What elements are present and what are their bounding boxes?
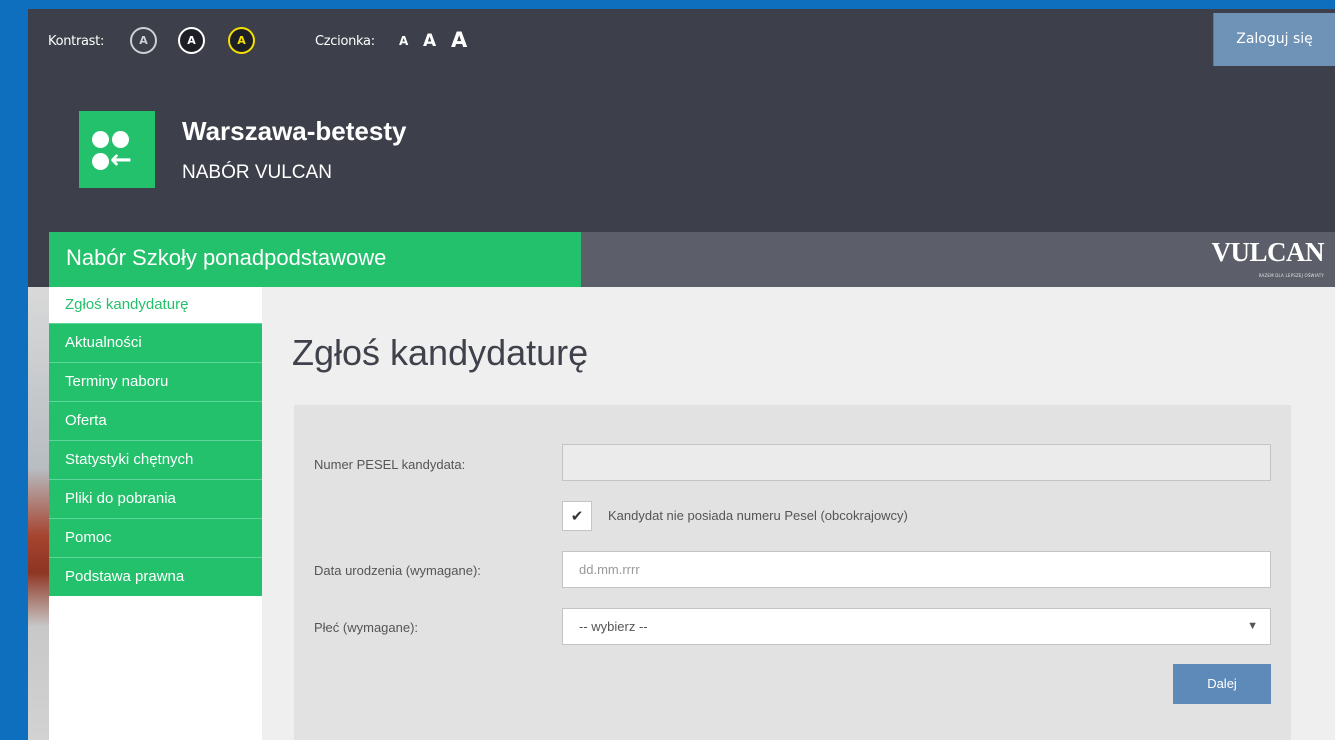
no-pesel-label: Kandydat nie posiada numeru Pesel (obcok…	[608, 508, 908, 523]
sidebar-item-aktualnosci[interactable]: Aktualności	[49, 324, 262, 363]
sidebar-item-terminy-naboru[interactable]: Terminy naboru	[49, 363, 262, 402]
site-subtitle: NABÓR VULCAN	[182, 162, 332, 183]
no-pesel-checkbox[interactable]: ✔	[562, 501, 592, 531]
vulcan-logo: VULCAN	[1211, 237, 1324, 267]
font-large-button[interactable]: A	[451, 28, 467, 52]
sidebar-item-statystyki[interactable]: Statystyki chętnych	[49, 441, 262, 480]
font-size-label: Czcionka:	[315, 34, 375, 49]
sidebar-background	[49, 596, 262, 740]
section-header: Nabór Szkoły ponadpodstawowe VULCAN RAZE…	[49, 232, 1335, 287]
sidebar-item-pliki[interactable]: Pliki do pobrania	[49, 480, 262, 519]
checkmark-icon: ✔	[570, 507, 584, 525]
page-title: Zgłoś kandydaturę	[292, 332, 589, 373]
sidebar-item-podstawa-prawna[interactable]: Podstawa prawna	[49, 558, 262, 596]
pesel-label: Numer PESEL kandydata:	[314, 457, 466, 472]
login-button[interactable]: Zaloguj się	[1213, 13, 1335, 66]
vulcan-tagline: RAZEM DLA LEPSZEJ OŚWIATY	[1258, 273, 1324, 278]
next-button[interactable]: Dalej	[1173, 664, 1271, 704]
birth-date-input[interactable]: dd.mm.rrrr	[562, 551, 1271, 588]
gender-select-value: -- wybierz --	[579, 619, 648, 634]
vulcan-dots-arrow-icon: ←	[79, 111, 155, 188]
sidebar-item-oferta[interactable]: Oferta	[49, 402, 262, 441]
font-medium-button[interactable]: A	[423, 31, 436, 51]
caret-down-icon: ▼	[1247, 620, 1258, 632]
top-bar: Kontrast: A A A Czcionka: A A A Zaloguj …	[28, 9, 1335, 75]
app-frame: Kontrast: A A A Czcionka: A A A Zaloguj …	[28, 9, 1335, 740]
sidebar-item-zglos-kandydature[interactable]: Zgłoś kandydaturę	[49, 287, 262, 324]
contrast-default-button[interactable]: A	[130, 27, 157, 54]
birth-date-label: Data urodzenia (wymagane):	[314, 563, 481, 578]
contrast-label: Kontrast:	[48, 34, 105, 49]
application-form: Numer PESEL kandydata: ✔ Kandydat nie po…	[294, 405, 1291, 740]
gender-label: Płeć (wymagane):	[314, 620, 419, 635]
pesel-input[interactable]	[562, 444, 1271, 481]
contrast-dark-button[interactable]: A	[178, 27, 205, 54]
main-content: Zgłoś kandydaturę Numer PESEL kandydata:…	[262, 287, 1335, 740]
sidebar-nav: Zgłoś kandydaturę Aktualności Terminy na…	[49, 287, 262, 596]
section-title: Nabór Szkoły ponadpodstawowe	[66, 245, 387, 270]
section-header-green: Nabór Szkoły ponadpodstawowe	[49, 232, 581, 287]
sidebar-item-pomoc[interactable]: Pomoc	[49, 519, 262, 558]
site-title: Warszawa-betesty	[182, 116, 407, 146]
contrast-yellow-button[interactable]: A	[228, 27, 255, 54]
font-small-button[interactable]: A	[399, 34, 408, 48]
gender-select[interactable]: -- wybierz -- ▼	[562, 608, 1271, 645]
